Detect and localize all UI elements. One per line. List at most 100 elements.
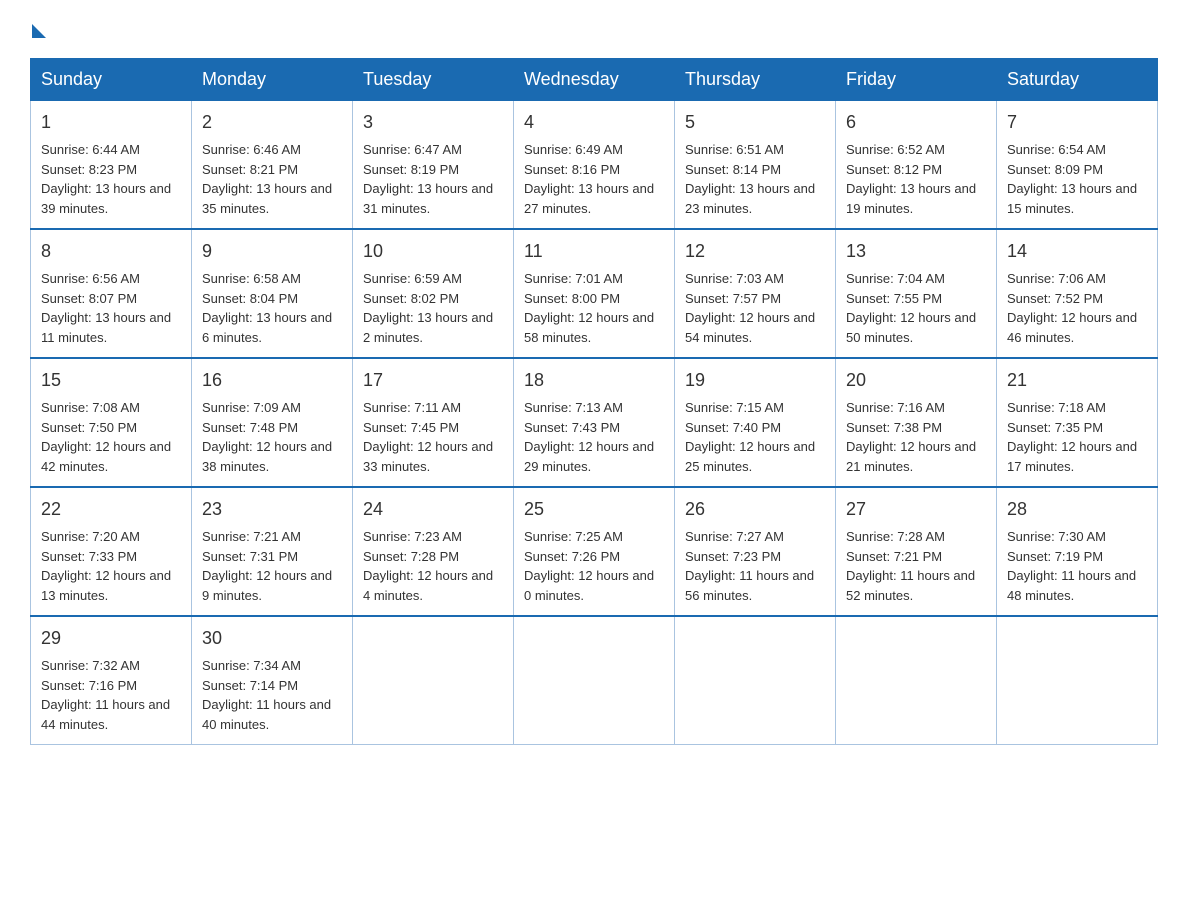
daylight-label: Daylight: 12 hours and 0 minutes. <box>524 568 654 603</box>
sunset-label: Sunset: 7:16 PM <box>41 678 137 693</box>
day-number: 7 <box>1007 109 1147 136</box>
daylight-label: Daylight: 11 hours and 52 minutes. <box>846 568 975 603</box>
day-number: 4 <box>524 109 664 136</box>
daylight-label: Daylight: 12 hours and 46 minutes. <box>1007 310 1137 345</box>
sunset-label: Sunset: 7:45 PM <box>363 420 459 435</box>
calendar-cell: 17 Sunrise: 7:11 AM Sunset: 7:45 PM Dayl… <box>353 358 514 487</box>
sunrise-label: Sunrise: 7:32 AM <box>41 658 140 673</box>
daylight-label: Daylight: 13 hours and 15 minutes. <box>1007 181 1137 216</box>
sunset-label: Sunset: 7:48 PM <box>202 420 298 435</box>
calendar-cell <box>836 616 997 745</box>
sunrise-label: Sunrise: 7:04 AM <box>846 271 945 286</box>
day-number: 16 <box>202 367 342 394</box>
sunset-label: Sunset: 8:12 PM <box>846 162 942 177</box>
sunrise-label: Sunrise: 7:28 AM <box>846 529 945 544</box>
calendar-header-row: SundayMondayTuesdayWednesdayThursdayFrid… <box>31 59 1158 101</box>
sunrise-label: Sunrise: 7:08 AM <box>41 400 140 415</box>
day-header-sunday: Sunday <box>31 59 192 101</box>
daylight-label: Daylight: 12 hours and 38 minutes. <box>202 439 332 474</box>
sunset-label: Sunset: 7:21 PM <box>846 549 942 564</box>
day-number: 17 <box>363 367 503 394</box>
day-number: 2 <box>202 109 342 136</box>
day-number: 10 <box>363 238 503 265</box>
calendar-cell: 15 Sunrise: 7:08 AM Sunset: 7:50 PM Dayl… <box>31 358 192 487</box>
day-number: 13 <box>846 238 986 265</box>
calendar-cell: 8 Sunrise: 6:56 AM Sunset: 8:07 PM Dayli… <box>31 229 192 358</box>
sunrise-label: Sunrise: 6:49 AM <box>524 142 623 157</box>
calendar-cell: 28 Sunrise: 7:30 AM Sunset: 7:19 PM Dayl… <box>997 487 1158 616</box>
calendar-cell: 10 Sunrise: 6:59 AM Sunset: 8:02 PM Dayl… <box>353 229 514 358</box>
calendar-cell: 3 Sunrise: 6:47 AM Sunset: 8:19 PM Dayli… <box>353 101 514 230</box>
daylight-label: Daylight: 11 hours and 44 minutes. <box>41 697 170 732</box>
sunset-label: Sunset: 7:43 PM <box>524 420 620 435</box>
day-number: 3 <box>363 109 503 136</box>
calendar-cell: 5 Sunrise: 6:51 AM Sunset: 8:14 PM Dayli… <box>675 101 836 230</box>
day-number: 8 <box>41 238 181 265</box>
daylight-label: Daylight: 11 hours and 56 minutes. <box>685 568 814 603</box>
calendar-cell: 24 Sunrise: 7:23 AM Sunset: 7:28 PM Dayl… <box>353 487 514 616</box>
sunrise-label: Sunrise: 7:03 AM <box>685 271 784 286</box>
daylight-label: Daylight: 12 hours and 13 minutes. <box>41 568 171 603</box>
calendar-cell: 25 Sunrise: 7:25 AM Sunset: 7:26 PM Dayl… <box>514 487 675 616</box>
daylight-label: Daylight: 13 hours and 35 minutes. <box>202 181 332 216</box>
daylight-label: Daylight: 12 hours and 29 minutes. <box>524 439 654 474</box>
day-number: 9 <box>202 238 342 265</box>
sunset-label: Sunset: 7:33 PM <box>41 549 137 564</box>
calendar-cell: 22 Sunrise: 7:20 AM Sunset: 7:33 PM Dayl… <box>31 487 192 616</box>
sunset-label: Sunset: 7:50 PM <box>41 420 137 435</box>
calendar-cell: 21 Sunrise: 7:18 AM Sunset: 7:35 PM Dayl… <box>997 358 1158 487</box>
sunset-label: Sunset: 7:55 PM <box>846 291 942 306</box>
day-number: 24 <box>363 496 503 523</box>
day-number: 19 <box>685 367 825 394</box>
calendar-cell: 14 Sunrise: 7:06 AM Sunset: 7:52 PM Dayl… <box>997 229 1158 358</box>
calendar-cell: 23 Sunrise: 7:21 AM Sunset: 7:31 PM Dayl… <box>192 487 353 616</box>
sunset-label: Sunset: 8:16 PM <box>524 162 620 177</box>
day-number: 25 <box>524 496 664 523</box>
daylight-label: Daylight: 12 hours and 33 minutes. <box>363 439 493 474</box>
sunrise-label: Sunrise: 6:56 AM <box>41 271 140 286</box>
daylight-label: Daylight: 13 hours and 39 minutes. <box>41 181 171 216</box>
day-header-tuesday: Tuesday <box>353 59 514 101</box>
sunrise-label: Sunrise: 6:52 AM <box>846 142 945 157</box>
sunset-label: Sunset: 8:00 PM <box>524 291 620 306</box>
day-number: 12 <box>685 238 825 265</box>
daylight-label: Daylight: 11 hours and 40 minutes. <box>202 697 331 732</box>
day-number: 27 <box>846 496 986 523</box>
sunset-label: Sunset: 8:19 PM <box>363 162 459 177</box>
sunrise-label: Sunrise: 7:15 AM <box>685 400 784 415</box>
daylight-label: Daylight: 13 hours and 11 minutes. <box>41 310 171 345</box>
sunrise-label: Sunrise: 7:16 AM <box>846 400 945 415</box>
daylight-label: Daylight: 12 hours and 25 minutes. <box>685 439 815 474</box>
sunrise-label: Sunrise: 7:06 AM <box>1007 271 1106 286</box>
day-number: 18 <box>524 367 664 394</box>
sunset-label: Sunset: 8:07 PM <box>41 291 137 306</box>
calendar-cell: 1 Sunrise: 6:44 AM Sunset: 8:23 PM Dayli… <box>31 101 192 230</box>
calendar-cell: 19 Sunrise: 7:15 AM Sunset: 7:40 PM Dayl… <box>675 358 836 487</box>
calendar-cell: 13 Sunrise: 7:04 AM Sunset: 7:55 PM Dayl… <box>836 229 997 358</box>
logo-arrow-icon <box>32 24 46 38</box>
sunrise-label: Sunrise: 7:23 AM <box>363 529 462 544</box>
calendar-cell: 16 Sunrise: 7:09 AM Sunset: 7:48 PM Dayl… <box>192 358 353 487</box>
daylight-label: Daylight: 13 hours and 6 minutes. <box>202 310 332 345</box>
calendar-cell: 9 Sunrise: 6:58 AM Sunset: 8:04 PM Dayli… <box>192 229 353 358</box>
sunrise-label: Sunrise: 7:30 AM <box>1007 529 1106 544</box>
sunrise-label: Sunrise: 6:44 AM <box>41 142 140 157</box>
sunrise-label: Sunrise: 7:21 AM <box>202 529 301 544</box>
sunset-label: Sunset: 7:28 PM <box>363 549 459 564</box>
day-number: 14 <box>1007 238 1147 265</box>
daylight-label: Daylight: 13 hours and 31 minutes. <box>363 181 493 216</box>
daylight-label: Daylight: 12 hours and 54 minutes. <box>685 310 815 345</box>
day-number: 26 <box>685 496 825 523</box>
day-header-wednesday: Wednesday <box>514 59 675 101</box>
day-number: 23 <box>202 496 342 523</box>
day-header-thursday: Thursday <box>675 59 836 101</box>
daylight-label: Daylight: 13 hours and 27 minutes. <box>524 181 654 216</box>
calendar-table: SundayMondayTuesdayWednesdayThursdayFrid… <box>30 58 1158 745</box>
sunset-label: Sunset: 7:23 PM <box>685 549 781 564</box>
daylight-label: Daylight: 13 hours and 23 minutes. <box>685 181 815 216</box>
day-header-saturday: Saturday <box>997 59 1158 101</box>
sunrise-label: Sunrise: 7:11 AM <box>363 400 461 415</box>
day-number: 5 <box>685 109 825 136</box>
day-number: 6 <box>846 109 986 136</box>
daylight-label: Daylight: 12 hours and 50 minutes. <box>846 310 976 345</box>
